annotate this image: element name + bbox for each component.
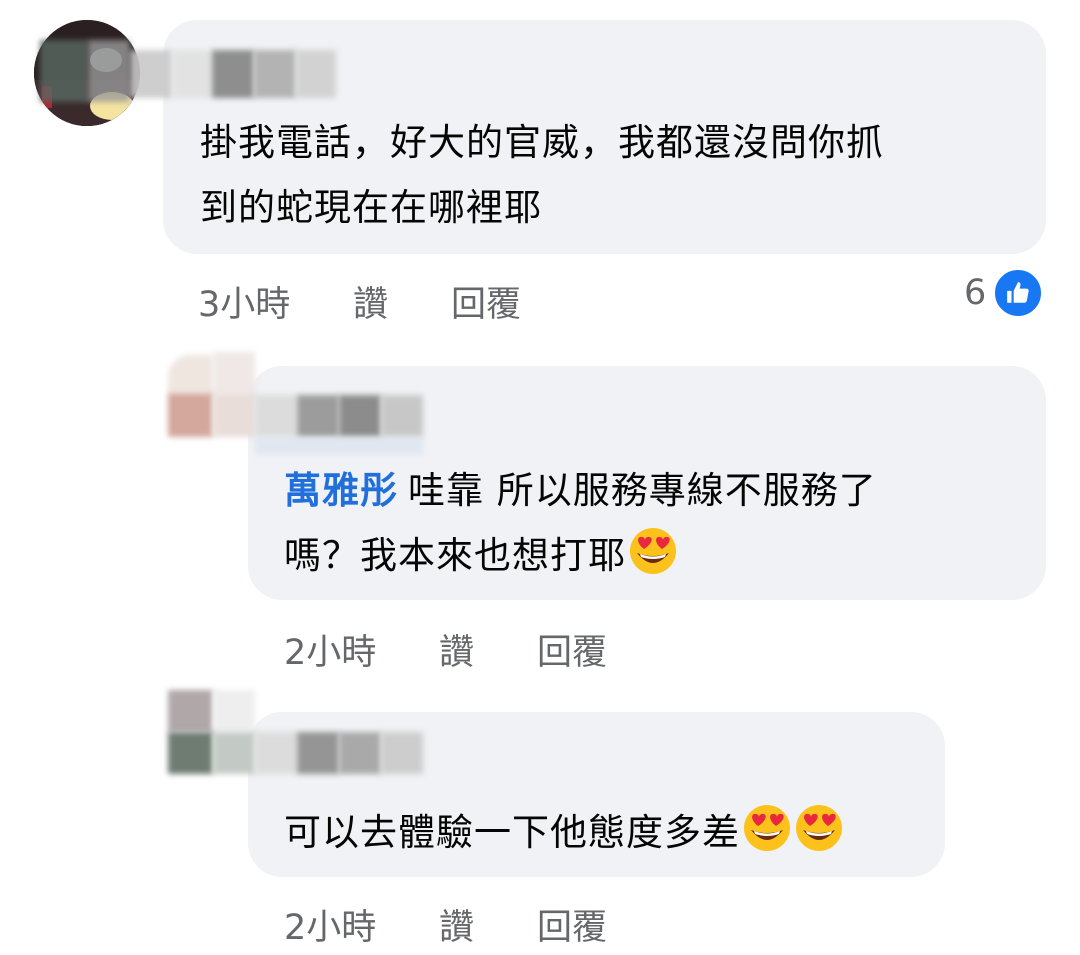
- reply-button[interactable]: 回覆: [537, 628, 607, 678]
- reaction-count: 6: [964, 273, 987, 313]
- comment-line-text: 可以去體驗一下他態度多差: [284, 811, 740, 854]
- comment-actions: 3小時讚回覆: [198, 280, 521, 330]
- like-button[interactable]: 讚: [353, 280, 451, 330]
- comment-line: 嗎？我本來也想打耶: [284, 523, 877, 588]
- comment-line-text: 嗎？我本來也想打耶: [284, 534, 626, 577]
- comment-line: 萬雅彤 哇靠 所以服務專線不服務了: [284, 458, 877, 523]
- heart-eyes-emoji: [628, 526, 678, 576]
- timestamp[interactable]: 2小時: [284, 903, 439, 953]
- reply-button[interactable]: 回覆: [537, 903, 607, 953]
- like-button[interactable]: 讚: [439, 628, 537, 678]
- comment-body: 可以去體驗一下他態度多差: [284, 800, 844, 865]
- comment-line: 掛我電話，好大的官威，我都還沒問你抓: [200, 121, 884, 164]
- comment-actions: 2小時讚回覆: [284, 628, 607, 678]
- timestamp[interactable]: 2小時: [284, 628, 439, 678]
- like-reaction-icon: [992, 267, 1045, 319]
- comment-line: 可以去體驗一下他態度多差: [284, 800, 844, 865]
- reaction-summary[interactable]: 6: [964, 267, 1045, 319]
- like-button[interactable]: 讚: [439, 903, 537, 953]
- timestamp[interactable]: 3小時: [198, 280, 353, 330]
- mention-link[interactable]: 萬雅彤: [284, 469, 398, 512]
- comment-body: 掛我電話，好大的官威，我都還沒問你抓 到的蛇現在在哪裡耶: [200, 110, 884, 240]
- reply-button[interactable]: 回覆: [451, 280, 521, 330]
- comment-actions: 2小時讚回覆: [284, 903, 607, 953]
- comment-body: 萬雅彤 哇靠 所以服務專線不服務了 嗎？我本來也想打耶: [284, 458, 877, 588]
- comment-line-text: 哇靠 所以服務專線不服務了: [408, 469, 877, 512]
- heart-eyes-emoji: [794, 803, 844, 853]
- heart-eyes-emoji: [742, 803, 792, 853]
- comment-line: 到的蛇現在在哪裡耶: [200, 186, 542, 229]
